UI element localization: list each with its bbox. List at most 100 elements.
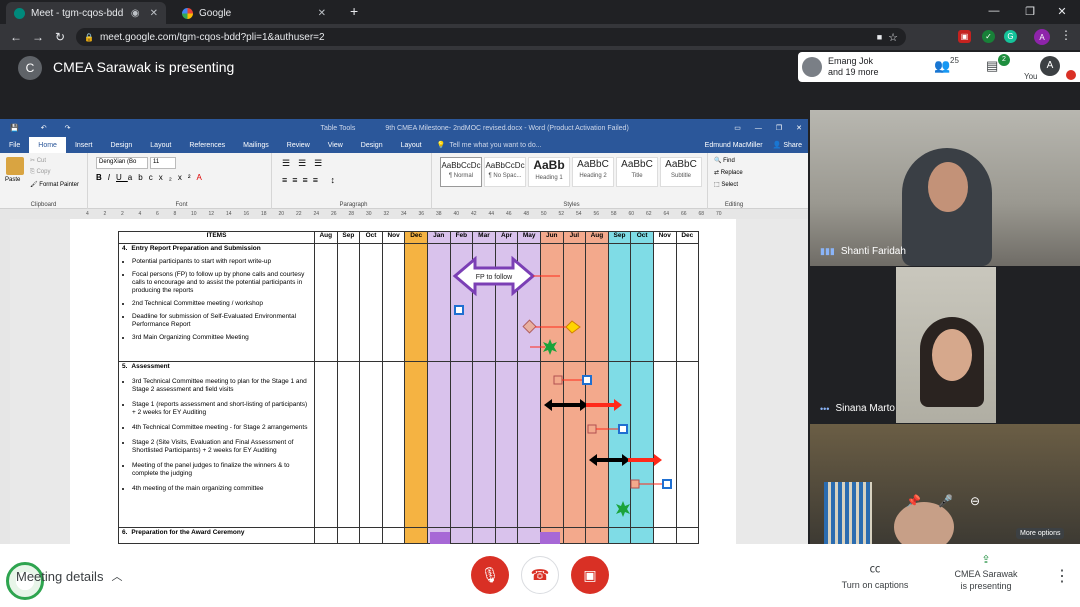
- captions-button[interactable]: ㏄ Turn on captions: [834, 560, 916, 590]
- tab-google[interactable]: Google ✕: [174, 2, 334, 24]
- copy-button[interactable]: ⎘ Copy: [30, 169, 50, 176]
- vertical-ruler[interactable]: [0, 219, 10, 544]
- tab-table-layout[interactable]: Layout: [392, 137, 431, 153]
- ruler-number: 18: [261, 211, 267, 217]
- ribbon-display-icon[interactable]: ▭: [734, 124, 741, 132]
- paragraph-label: Paragraph: [339, 202, 368, 208]
- forward-icon[interactable]: →: [30, 28, 46, 46]
- style-heading-1[interactable]: AaBb Heading 1: [528, 157, 570, 187]
- cut-button[interactable]: ✂ Cut: [30, 157, 46, 164]
- camera-button[interactable]: ▣: [571, 556, 609, 594]
- meeting-details-button[interactable]: Meeting details ︿: [16, 568, 122, 584]
- style-normal[interactable]: AaBbCcDc ¶ Normal: [440, 157, 482, 187]
- font-color-button[interactable]: A: [196, 173, 207, 182]
- participant-tile-3[interactable]: 📌 🎤 ⊖ More options: [810, 424, 1080, 544]
- activity-item: Stage 1 (reports assessment and short-li…: [132, 401, 311, 417]
- word-close-icon[interactable]: ✕: [796, 124, 802, 132]
- microphone-button[interactable]: 🎙: [471, 556, 509, 594]
- find-button[interactable]: 🔍 Find: [714, 157, 735, 164]
- more-options-icon[interactable]: ⋮: [1054, 566, 1070, 586]
- share-label: Share: [783, 142, 802, 149]
- paste-icon[interactable]: [6, 157, 24, 175]
- bookmark-star-icon[interactable]: ☆: [888, 31, 898, 44]
- italic-button[interactable]: I: [108, 173, 116, 182]
- tab-table-design[interactable]: Design: [352, 137, 392, 153]
- style-title[interactable]: AaBbC Title: [616, 157, 658, 187]
- tab-home[interactable]: Home: [29, 137, 66, 153]
- participants-chip[interactable]: Emang Jok and 19 more: [798, 52, 918, 82]
- bullets-icon[interactable]: ☰☰☰: [282, 158, 330, 169]
- tab-layout[interactable]: Layout: [141, 137, 180, 153]
- subscript-button[interactable]: x₂: [159, 173, 178, 182]
- more-options-tooltip[interactable]: More options: [1016, 528, 1065, 539]
- tab-references[interactable]: References: [180, 137, 234, 153]
- save-icon[interactable]: 💾: [10, 124, 19, 132]
- audio-level-icon: •••: [820, 403, 830, 414]
- minimize-icon[interactable]: —: [976, 0, 1012, 22]
- camera-icon[interactable]: ■: [877, 32, 882, 42]
- tab-file[interactable]: File: [0, 137, 29, 153]
- undo-icon[interactable]: ↶: [41, 124, 47, 132]
- pin-icon[interactable]: 📌: [906, 494, 921, 508]
- presenting-button[interactable]: ⇪ CMEA Sarawak is presenting: [948, 554, 1024, 592]
- style-subtitle[interactable]: AaBbC Subtitle: [660, 157, 702, 187]
- month-cell: [426, 243, 451, 362]
- format-painter-button[interactable]: 🖌 Format Painter: [30, 181, 79, 188]
- style-no-spacing[interactable]: AaBbCcDc ¶ No Spac...: [484, 157, 526, 187]
- word-minimize-icon[interactable]: —: [755, 125, 762, 132]
- month-cell: [652, 243, 677, 362]
- grammar-extension-icon[interactable]: G: [1004, 30, 1017, 43]
- clipboard-group: Paste ✂ Cut ⎘ Copy 🖌 Format Painter Clip…: [0, 153, 88, 209]
- maximize-icon[interactable]: ❐: [1012, 0, 1048, 22]
- month-cell: [472, 361, 496, 528]
- activity-item: Stage 2 (Site Visits, Evaluation and Fin…: [132, 439, 311, 455]
- chat-icon[interactable]: ▤: [986, 58, 998, 74]
- close-tab-icon[interactable]: ✕: [318, 8, 326, 19]
- participant-tile-2[interactable]: ••• Sinana Marto: [810, 267, 1080, 423]
- back-icon[interactable]: ←: [8, 28, 24, 46]
- select-button[interactable]: ⬚ Select: [714, 181, 738, 188]
- share-button[interactable]: 👤 Share: [773, 141, 802, 149]
- month-cell: [562, 527, 587, 544]
- font-name-select[interactable]: DengXian (Bo: [96, 157, 148, 169]
- strikethrough-button[interactable]: abc: [128, 173, 159, 182]
- redo-icon[interactable]: ↷: [65, 124, 71, 132]
- new-tab-button[interactable]: +: [350, 3, 358, 19]
- superscript-button[interactable]: x²: [178, 173, 197, 182]
- cut-label: Cut: [36, 158, 47, 164]
- tab-view[interactable]: View: [319, 137, 352, 153]
- replace-button[interactable]: ⇄ Replace: [714, 169, 743, 176]
- close-window-icon[interactable]: ✕: [1044, 0, 1080, 22]
- word-restore-icon[interactable]: ❐: [776, 124, 782, 132]
- url-input[interactable]: 🔒 meet.google.com/tgm-cqos-bdd?pli=1&aut…: [76, 28, 906, 46]
- close-tab-icon[interactable]: ✕: [150, 8, 158, 19]
- paste-button[interactable]: Paste: [5, 177, 20, 183]
- leave-call-button[interactable]: ☎: [521, 556, 559, 594]
- menu-dots-icon[interactable]: ⋮: [1060, 28, 1072, 42]
- profile-avatar[interactable]: A: [1034, 29, 1050, 45]
- people-icon[interactable]: 👥: [934, 58, 950, 74]
- tab-meet[interactable]: Meet - tgm-cqos-bdd ◉ ✕: [6, 2, 166, 24]
- pdf-extension-icon[interactable]: ▣: [958, 30, 971, 43]
- shield-extension-icon[interactable]: ✓: [982, 30, 995, 43]
- participant-name: Emang Jok: [828, 56, 874, 66]
- tab-mailings[interactable]: Mailings: [234, 137, 278, 153]
- tab-review[interactable]: Review: [278, 137, 319, 153]
- month-cell: [314, 243, 338, 362]
- bold-button[interactable]: B: [96, 173, 108, 182]
- align-icons[interactable]: ≡≡≡≡ ↕: [282, 175, 340, 185]
- tab-insert[interactable]: Insert: [66, 137, 102, 153]
- tab-design[interactable]: Design: [101, 137, 141, 153]
- font-size-select[interactable]: 11: [150, 157, 176, 169]
- tell-me-input[interactable]: Tell me what you want to do...: [449, 142, 541, 149]
- remove-icon[interactable]: ⊖: [970, 494, 980, 508]
- person-face: [928, 162, 968, 212]
- reload-icon[interactable]: ↻: [52, 28, 68, 46]
- mute-participant-icon[interactable]: 🎤: [938, 494, 953, 508]
- ruler-number: 44: [488, 211, 495, 217]
- underline-button[interactable]: U: [116, 173, 128, 182]
- horizontal-ruler[interactable]: 4 2 2 4 6 8 10 12 14 16 18 20 22 24 26 28 30 32 34 36 38 40 42…: [0, 209, 808, 219]
- participant-tile-1[interactable]: ▮▮▮ Shanti Faridah: [810, 110, 1080, 266]
- style-heading-2[interactable]: AaBbC Heading 2: [572, 157, 614, 187]
- styles-label: Styles: [563, 202, 580, 208]
